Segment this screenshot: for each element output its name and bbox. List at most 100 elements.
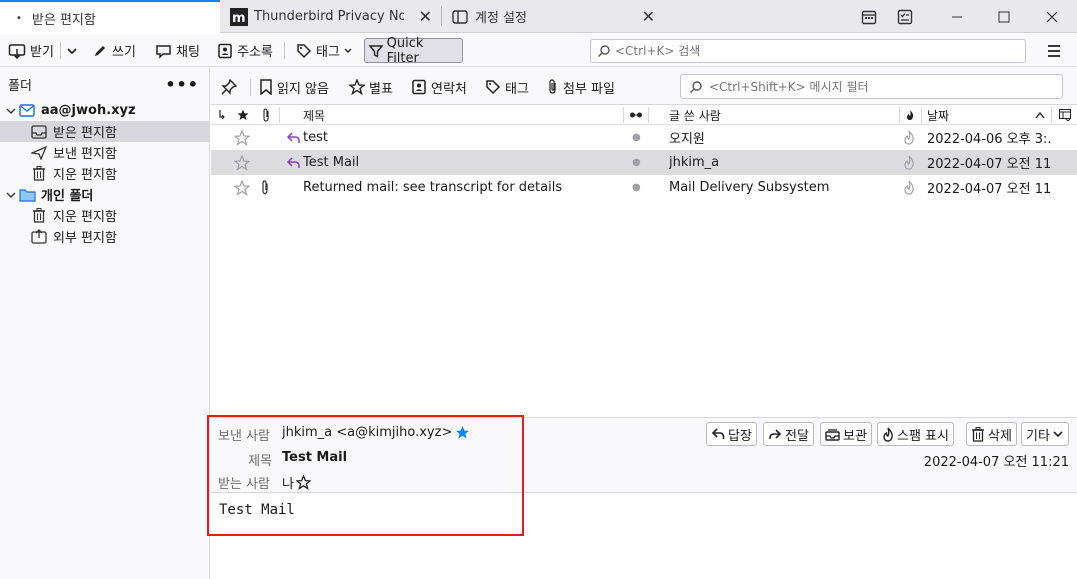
message-sender: Mail Delivery Subsystem <box>669 180 830 195</box>
chat-button[interactable]: 채팅 <box>151 38 204 63</box>
quick-filter-label: Quick Filter <box>386 35 424 66</box>
message-body[interactable]: Test Mail <box>211 494 1077 579</box>
tag-icon <box>486 80 501 95</box>
chevron-down-icon[interactable] <box>4 106 18 116</box>
message-date: 2022-04-07 오전 11... <box>927 157 1052 172</box>
replied-icon <box>287 125 300 150</box>
local-folders-row[interactable]: 개인 폴더 <box>0 184 209 205</box>
folder-item-outbox[interactable]: 외부 편지함 <box>0 226 209 247</box>
addressbook-button[interactable]: 주소록 <box>213 38 277 63</box>
attachment-column-icon[interactable] <box>261 105 271 125</box>
junk-label: 스팸 표시 <box>897 428 949 444</box>
table-row[interactable]: Test Mail ● jhkim_a 2022-04-07 오전 11... <box>211 150 1077 175</box>
tab-privacy-notice[interactable]: m Thunderbird Privacy Notice ✕ <box>222 0 440 33</box>
from-value-row: jhkim_a <a@kimjiho.xyz> <box>282 425 470 440</box>
divider <box>284 42 285 59</box>
account-row[interactable]: aa@jwoh.xyz <box>0 100 209 121</box>
delete-button[interactable]: 삭제 <box>966 422 1017 446</box>
sort-ascending-icon[interactable] <box>1035 105 1045 125</box>
folder-item-local-trash[interactable]: 지운 편지함 <box>0 205 209 226</box>
close-icon[interactable]: ✕ <box>642 7 655 26</box>
folder-item-trash[interactable]: 지운 편지함 <box>0 163 209 184</box>
junk-button[interactable]: 스팸 표시 <box>877 422 954 446</box>
archive-button[interactable]: 보관 <box>820 422 872 446</box>
tasks-icon[interactable] <box>882 0 928 33</box>
hamburger-icon <box>1048 44 1060 57</box>
from-value[interactable]: jhkim_a <a@kimjiho.xyz> <box>282 425 452 440</box>
get-messages-button[interactable]: 받기 <box>4 38 58 63</box>
junk-flame-icon <box>883 427 893 442</box>
read-status-column-icon[interactable] <box>629 105 643 125</box>
sender-column-header[interactable]: 글 쓴 사람 <box>669 105 721 125</box>
close-icon[interactable]: ✕ <box>419 7 432 26</box>
starred-filter-button[interactable]: 별표 <box>349 75 393 99</box>
folder-pane: 폴더 ••• aa@jwoh.xyz 받은 편지함 보낸 편지함 지운 편지함 <box>0 68 210 579</box>
table-row[interactable]: test ● 오지원 2022-04-06 오후 3:... <box>211 125 1077 150</box>
message-sender: 오지원 <box>669 132 705 147</box>
read-dot-icon[interactable]: ● <box>632 150 641 175</box>
global-search-box[interactable] <box>590 39 1026 63</box>
subject-column-label: 제목 <box>303 108 326 123</box>
paperclip-icon <box>549 79 556 94</box>
pencil-icon <box>95 45 105 56</box>
message-body-text: Test Mail <box>219 502 295 518</box>
read-dot-icon[interactable]: ● <box>632 125 641 150</box>
message-filter-input[interactable] <box>709 79 1059 94</box>
chevron-down-icon[interactable] <box>4 190 18 200</box>
to-label: 받는 사람 <box>218 477 270 492</box>
folder-pane-title: 폴더 <box>8 78 32 94</box>
tab-bar: • 받은 편지함 m Thunderbird Privacy Notice ✕ … <box>0 0 1077 34</box>
thread-column-icon[interactable] <box>217 105 227 125</box>
more-button[interactable]: 기타 <box>1021 422 1069 446</box>
reply-button[interactable]: 답장 <box>706 422 757 446</box>
folder-pane-header: 폴더 ••• <box>0 68 209 100</box>
window-close-icon[interactable] <box>1029 0 1075 33</box>
folder-item-sent[interactable]: 보낸 편지함 <box>0 142 209 163</box>
junk-status-icon[interactable] <box>903 150 915 175</box>
sticky-pin-button[interactable] <box>221 75 241 99</box>
attachment-filter-button[interactable]: 첨부 파일 <box>547 75 615 99</box>
unread-filter-button[interactable]: 읽지 않음 <box>259 75 329 99</box>
settings-page-icon <box>451 8 469 26</box>
sent-icon <box>30 145 48 161</box>
star-toggle-icon[interactable] <box>234 175 250 200</box>
junk-status-icon[interactable] <box>903 175 915 200</box>
message-subject: test <box>303 130 328 145</box>
addressbook-label: 주소록 <box>237 45 273 60</box>
folder-item-inbox[interactable]: 받은 편지함 <box>0 121 209 142</box>
maximize-icon[interactable] <box>981 0 1027 33</box>
get-messages-dropdown[interactable] <box>62 38 86 63</box>
tab-account-settings[interactable]: 계정 설정 ✕ <box>443 0 663 33</box>
date-column-header[interactable]: 날짜 <box>927 105 949 125</box>
bookmark-icon <box>260 79 272 95</box>
app-menu-button[interactable] <box>1042 38 1070 63</box>
more-options-icon[interactable]: ••• <box>165 75 199 94</box>
pin-icon <box>221 79 237 95</box>
junk-status-icon[interactable] <box>903 125 915 150</box>
subject-column-header[interactable]: 제목 <box>303 105 325 125</box>
column-picker-icon[interactable] <box>1059 105 1071 125</box>
tab-inbox[interactable]: • 받은 편지함 <box>0 0 220 34</box>
replied-icon <box>287 150 300 175</box>
message-header-pane: 보낸 사람 jhkim_a <a@kimjiho.xyz> 제목 Test Ma… <box>211 417 1077 493</box>
tab-label: 계정 설정 <box>475 11 527 26</box>
star-toggle-icon[interactable] <box>234 150 250 175</box>
divider <box>279 107 280 123</box>
read-dot-icon[interactable]: ● <box>632 175 641 200</box>
star-column-icon[interactable] <box>237 105 249 125</box>
tags-filter-button[interactable]: 태그 <box>485 75 529 99</box>
table-row[interactable]: Returned mail: see transcript for detail… <box>211 175 1077 200</box>
minimize-icon[interactable] <box>934 0 980 33</box>
contact-filter-button[interactable]: 연락처 <box>411 75 467 99</box>
message-filter-box[interactable] <box>680 74 1063 99</box>
search-input[interactable] <box>615 44 1015 58</box>
trash-icon <box>972 426 984 442</box>
star-toggle-icon[interactable] <box>234 125 250 150</box>
to-value[interactable]: 나 <box>282 473 294 492</box>
message-list: 제목 글 쓴 사람 날짜 test ● 오지원 2022-04-06 오후 3:… <box>211 105 1077 417</box>
quick-filter-button[interactable]: Quick Filter <box>364 35 463 66</box>
write-button[interactable]: 쓰기 <box>88 38 140 63</box>
junk-column-icon[interactable] <box>905 105 915 125</box>
tag-button[interactable]: 태그 <box>292 38 361 63</box>
forward-button[interactable]: 전달 <box>763 422 814 446</box>
